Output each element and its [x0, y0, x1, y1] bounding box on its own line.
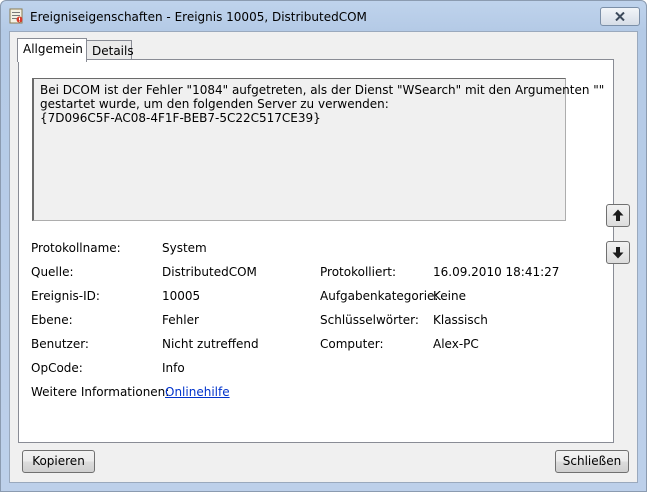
copy-button-label: Kopieren	[32, 454, 85, 468]
close-button[interactable]: Schließen	[555, 450, 629, 473]
label-protokollname: Protokollname:	[31, 241, 121, 255]
label-benutzer: Benutzer:	[31, 337, 89, 351]
value-computer: Alex-PC	[433, 337, 479, 351]
window-title: Ereigniseigenschaften - Ereignis 10005, …	[30, 10, 367, 24]
arrow-up-icon	[612, 209, 624, 221]
value-opcode: Info	[162, 361, 185, 375]
window-close-button[interactable]	[600, 7, 640, 26]
close-icon	[615, 12, 625, 21]
close-button-label: Schließen	[562, 454, 622, 468]
description-box[interactable]: Bei DCOM ist der Fehler "1084" aufgetret…	[32, 78, 605, 221]
next-event-button[interactable]	[606, 241, 630, 264]
value-aufgabenkategorie: Keine	[433, 289, 466, 303]
value-quelle: DistributedCOM	[162, 265, 257, 279]
description-line: gestartet wurde, um den folgenden Server…	[40, 97, 389, 111]
onlinehilfe-link[interactable]: Onlinehilfe	[165, 385, 230, 399]
arrow-down-icon	[612, 247, 624, 259]
tab-panel-allgemein: Bei DCOM ist der Fehler "1084" aufgetret…	[18, 59, 614, 443]
previous-event-button[interactable]	[606, 204, 630, 227]
tab-allgemein[interactable]: Allgemein	[17, 38, 87, 62]
dialog-body: Allgemein Details Bei DCOM ist der Fehle…	[9, 31, 638, 483]
copy-button[interactable]: Kopieren	[22, 450, 95, 473]
value-protokollname: System	[162, 241, 207, 255]
label-computer: Computer:	[320, 337, 384, 351]
value-ereignis-id: 10005	[162, 289, 201, 303]
description-line: Bei DCOM ist der Fehler "1084" aufgetret…	[40, 83, 605, 97]
label-weitere-informationen: Weitere Informationen:	[31, 385, 170, 399]
value-ebene: Fehler	[162, 313, 199, 327]
value-benutzer: Nicht zutreffend	[162, 337, 259, 351]
label-ereignis-id: Ereignis-ID:	[31, 289, 100, 303]
label-quelle: Quelle:	[31, 265, 74, 279]
label-ebene: Ebene:	[31, 313, 73, 327]
description-line: {7D096C5F-AC08-4F1F-BEB7-5C22C517CE39}	[40, 111, 321, 125]
value-protokolliert: 16.09.2010 18:41:27	[433, 265, 560, 279]
label-schluesselwoerter: Schlüsselwörter:	[320, 313, 419, 327]
tab-allgemein-label: Allgemein	[23, 42, 83, 56]
label-aufgabenkategorie: Aufgabenkategorie:	[320, 289, 439, 303]
tab-details-label: Details	[92, 44, 134, 58]
event-properties-window: Ereigniseigenschaften - Ereignis 10005, …	[0, 0, 647, 492]
value-schluesselwoerter: Klassisch	[433, 313, 488, 327]
title-bar[interactable]: Ereigniseigenschaften - Ereignis 10005, …	[1, 1, 646, 31]
label-opcode: OpCode:	[31, 361, 83, 375]
label-protokolliert: Protokolliert:	[320, 265, 397, 279]
event-viewer-icon	[8, 8, 24, 24]
